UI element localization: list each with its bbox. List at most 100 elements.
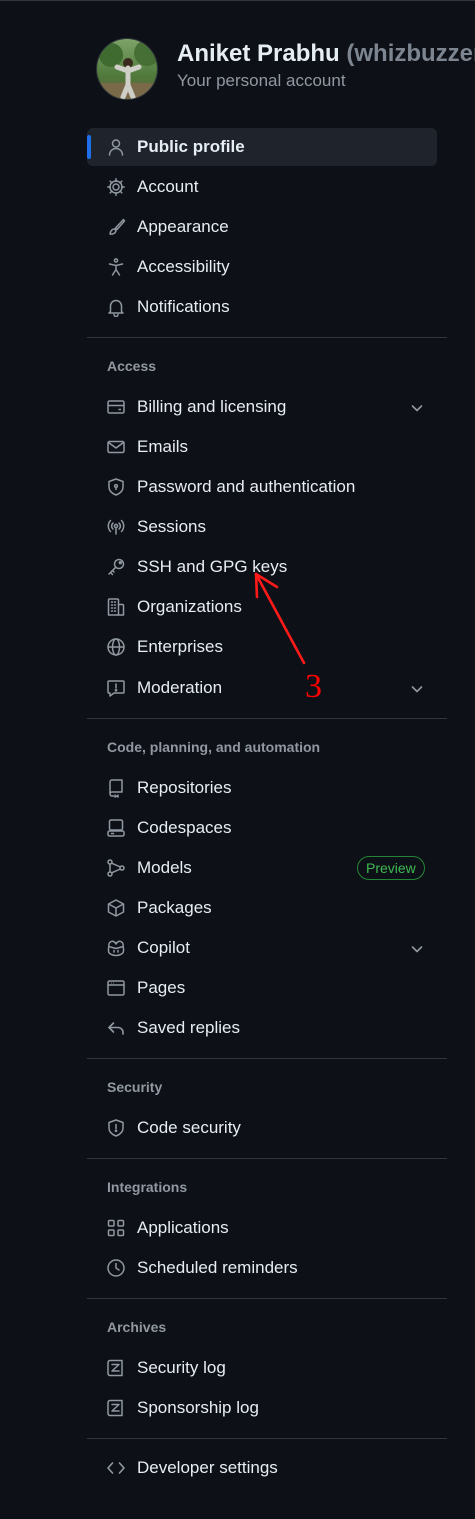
sidebar-item-security-log[interactable]: Security log: [87, 1349, 437, 1387]
sidebar-item-ssh-gpg-keys[interactable]: SSH and GPG keys: [87, 548, 437, 586]
browser-icon: [106, 978, 126, 998]
log-icon: [106, 1358, 126, 1378]
avatar[interactable]: [96, 38, 158, 100]
sidebar-item-label: Sponsorship log: [137, 1398, 259, 1417]
sidebar-item-saved-replies[interactable]: Saved replies: [87, 1009, 437, 1047]
sidebar-item-scheduled-reminders[interactable]: Scheduled reminders: [87, 1249, 437, 1287]
sidebar-item-applications[interactable]: Applications: [87, 1209, 437, 1247]
divider: [87, 337, 447, 338]
section-heading-integrations: Integrations: [107, 1179, 188, 1195]
sidebar-item-pages[interactable]: Pages: [87, 969, 437, 1007]
mail-icon: [106, 437, 126, 457]
models-icon: [106, 858, 126, 878]
chevron-down-icon[interactable]: [409, 400, 425, 416]
sidebar-item-label: Copilot: [137, 938, 190, 957]
sidebar-item-label: Enterprises: [137, 637, 223, 656]
sidebar-item-label: Repositories: [137, 778, 232, 797]
sidebar-item-label: Applications: [137, 1218, 229, 1237]
sidebar-item-copilot[interactable]: Copilot: [87, 929, 437, 967]
sidebar-item-notifications[interactable]: Notifications: [87, 288, 437, 326]
apps-icon: [106, 1218, 126, 1238]
sidebar-item-label: Developer settings: [137, 1458, 278, 1477]
sidebar-item-accessibility[interactable]: Accessibility: [87, 248, 437, 286]
sidebar-item-label: Accessibility: [137, 257, 230, 276]
broadcast-icon: [106, 517, 126, 537]
divider: [87, 1058, 447, 1059]
sidebar-item-organizations[interactable]: Organizations: [87, 588, 437, 626]
sidebar-item-code-security[interactable]: Code security: [87, 1109, 437, 1147]
sidebar-item-label: Code security: [137, 1118, 241, 1137]
sidebar-item-label: Notifications: [137, 297, 230, 316]
shield-icon: [106, 1118, 126, 1138]
copilot-icon: [106, 938, 126, 958]
package-icon: [106, 898, 126, 918]
sidebar-item-repositories[interactable]: Repositories: [87, 769, 437, 807]
reply-icon: [106, 1018, 126, 1038]
sidebar-item-label: Codespaces: [137, 818, 232, 837]
section-heading-code: Code, planning, and automation: [107, 739, 321, 755]
globe-icon: [106, 637, 126, 657]
accessibility-icon: [106, 257, 126, 277]
person-icon: [106, 137, 126, 157]
sidebar-item-enterprises[interactable]: Enterprises: [87, 628, 437, 666]
code-icon: [106, 1458, 126, 1478]
credit-card-icon: [106, 397, 126, 417]
sidebar-item-moderation[interactable]: Moderation: [87, 669, 437, 707]
sidebar-item-password[interactable]: Password and authentication: [87, 468, 437, 506]
organization-icon: [106, 597, 126, 617]
codespaces-icon: [106, 818, 126, 838]
bell-icon: [106, 297, 126, 317]
shield-lock-icon: [106, 477, 126, 497]
sidebar-item-label: Password and authentication: [137, 477, 356, 496]
sidebar-item-appearance[interactable]: Appearance: [87, 208, 437, 246]
sidebar-item-label: Scheduled reminders: [137, 1258, 298, 1277]
divider: [87, 718, 447, 719]
section-heading-security: Security: [107, 1079, 163, 1095]
section-heading-archives: Archives: [107, 1319, 167, 1335]
username[interactable]: (whizbuzzer): [346, 40, 475, 67]
repo-icon: [106, 778, 126, 798]
sidebar-item-billing[interactable]: Billing and licensing: [87, 388, 437, 426]
sidebar-item-label: Emails: [137, 437, 189, 456]
sidebar-item-packages[interactable]: Packages: [87, 889, 437, 927]
display-name: Aniket Prabhu: [177, 40, 340, 67]
divider: [87, 1438, 447, 1439]
preview-badge: Preview: [357, 856, 425, 880]
sidebar-item-codespaces[interactable]: Codespaces: [87, 809, 437, 847]
sidebar-item-label: Public profile: [137, 137, 245, 156]
sidebar-item-models[interactable]: Models Preview: [87, 849, 437, 887]
sidebar-item-label: Saved replies: [137, 1018, 241, 1037]
report-icon: [106, 678, 126, 698]
sidebar-item-label: Account: [137, 177, 199, 196]
sidebar-item-public-profile[interactable]: Public profile: [87, 128, 437, 166]
sidebar-item-label: Packages: [137, 898, 212, 917]
chevron-down-icon[interactable]: [409, 681, 425, 697]
sidebar-item-developer-settings[interactable]: Developer settings: [87, 1449, 437, 1487]
sidebar-item-account[interactable]: Account: [87, 168, 437, 206]
sidebar-item-emails[interactable]: Emails: [87, 428, 437, 466]
key-icon: [106, 557, 126, 577]
sidebar-item-label: Appearance: [137, 217, 229, 236]
gear-icon: [106, 177, 126, 197]
sidebar-item-label: Sessions: [137, 517, 206, 536]
top-border: [0, 0, 475, 1]
paintbrush-icon: [106, 217, 126, 237]
clock-icon: [106, 1258, 126, 1278]
account-subtitle: Your personal account: [177, 71, 346, 90]
sidebar-item-label: Pages: [137, 978, 186, 997]
sidebar-item-label: SSH and GPG keys: [137, 557, 288, 576]
sidebar-item-label: Security log: [137, 1358, 226, 1377]
log-icon: [106, 1398, 126, 1418]
chevron-down-icon[interactable]: [409, 941, 425, 957]
active-indicator: [87, 135, 91, 159]
account-name: Aniket Prabhu (whizbuzzer): [177, 40, 475, 68]
account-header: Aniket Prabhu (whizbuzzer) Your personal…: [96, 38, 475, 100]
sidebar-item-label: Billing and licensing: [137, 397, 287, 416]
sidebar-item-sponsorship-log[interactable]: Sponsorship log: [87, 1389, 437, 1427]
section-heading-access: Access: [107, 358, 157, 374]
sidebar-item-label: Organizations: [137, 597, 242, 616]
divider: [87, 1158, 447, 1159]
divider: [87, 1298, 447, 1299]
sidebar-item-sessions[interactable]: Sessions: [87, 508, 437, 546]
sidebar-item-label: Models: [137, 858, 192, 877]
